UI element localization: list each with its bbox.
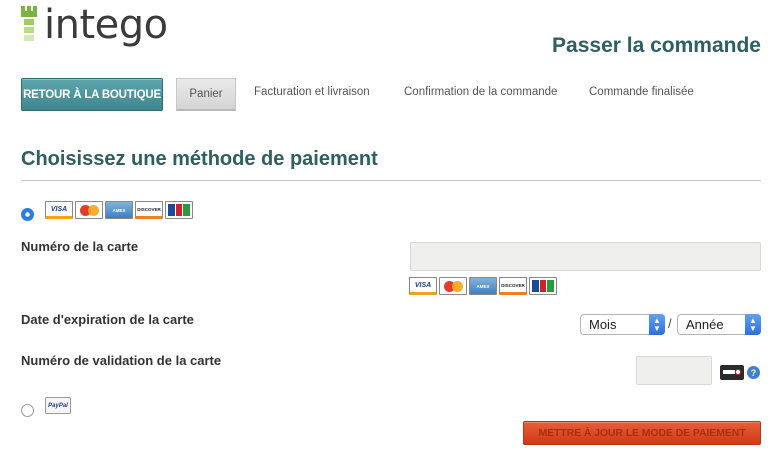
step-cart[interactable]: Panier xyxy=(176,78,236,111)
step-order-complete[interactable]: Commande finalisée xyxy=(589,86,694,98)
discover-logo-icon: DISCOVER xyxy=(499,277,527,295)
step-billing-shipping[interactable]: Facturation et livraison xyxy=(254,86,370,98)
section-divider xyxy=(21,180,761,181)
paypal-logo-icon: PayPal xyxy=(45,397,71,414)
page-title: Passer la commande xyxy=(552,34,761,57)
amex-logo-icon: AMEX xyxy=(469,277,497,295)
card-payment-radio[interactable] xyxy=(21,208,34,221)
jcb-logo-icon xyxy=(165,201,193,219)
card-brand-logos: VISA AMEX DISCOVER xyxy=(45,201,193,219)
card-number-label: Numéro de la carte xyxy=(21,239,139,254)
mastercard-logo-icon xyxy=(75,201,103,219)
payment-method-title: Choisissez une méthode de paiement xyxy=(21,148,378,170)
jcb-logo-icon xyxy=(529,277,557,295)
year-select-value: Année xyxy=(686,317,724,332)
amex-logo-icon: AMEX xyxy=(105,201,133,219)
mastercard-logo-icon xyxy=(439,277,467,295)
cvv-card-icon xyxy=(720,365,744,380)
help-icon[interactable]: ? xyxy=(747,366,760,379)
discover-logo-icon: DISCOVER xyxy=(135,201,163,219)
select-arrows-icon: ▲ ▼ xyxy=(745,314,761,335)
select-arrows-icon: ▲ ▼ xyxy=(649,314,665,335)
cvv-input[interactable] xyxy=(636,356,712,385)
castle-tower-icon xyxy=(21,6,37,41)
visa-logo-icon: VISA xyxy=(45,201,73,219)
visa-logo-icon: VISA xyxy=(409,277,437,295)
cvv-label: Numéro de validation de la carte xyxy=(21,353,222,368)
expiration-label: Date d'expiration de la carte xyxy=(21,312,194,327)
expiration-month-select[interactable]: Mois ▲ ▼ xyxy=(580,314,665,335)
step-order-confirmation[interactable]: Confirmation de la commande xyxy=(404,86,557,98)
back-to-shop-button[interactable]: RETOUR À LA BOUTIQUE xyxy=(21,78,163,111)
paypal-payment-radio[interactable] xyxy=(21,404,34,417)
card-number-input[interactable] xyxy=(410,242,761,271)
card-number-brand-logos: VISA AMEX DISCOVER xyxy=(409,277,557,295)
month-select-value: Mois xyxy=(589,317,617,332)
update-payment-method-button[interactable]: METTRE À JOUR LE MODE DE PAIEMENT xyxy=(523,421,761,445)
brand-name: intego xyxy=(44,2,168,48)
date-separator: / xyxy=(668,316,672,331)
expiration-year-select[interactable]: Année ▲ ▼ xyxy=(677,314,761,335)
